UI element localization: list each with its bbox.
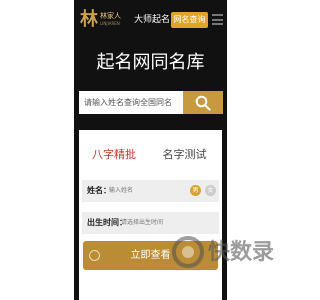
tab-bazi[interactable]: 八字精批 xyxy=(89,148,139,162)
search-button[interactable] xyxy=(183,91,223,114)
gender-male-button[interactable]: 男 xyxy=(190,185,201,196)
view-now-label: 立即查看 xyxy=(130,250,171,261)
hamburger-menu-icon[interactable] xyxy=(212,14,223,25)
gender-female-button[interactable]: 女 xyxy=(205,185,216,196)
page-title: 起名网同名库 xyxy=(96,52,205,73)
watermark-text: 快数录 xyxy=(208,240,275,265)
logo-name: 林家人 xyxy=(100,12,121,20)
name-field[interactable] xyxy=(109,185,179,197)
tab-name-test[interactable]: 名字测试 xyxy=(157,148,212,162)
birth-time-row: 出生时间： xyxy=(82,212,219,234)
watermark-logo-icon xyxy=(172,236,204,268)
logo[interactable]: 林 xyxy=(79,10,99,30)
name-row: 姓名： 男 女 xyxy=(82,180,219,202)
search-input[interactable] xyxy=(79,91,183,114)
arrow-icon xyxy=(89,250,100,261)
logo-subtitle: LINJIAREN xyxy=(100,21,120,26)
query-card: 八字精批 名字测试 姓名： 男 女 出生时间： 立即查看 xyxy=(79,130,222,300)
watermark: 快数录 xyxy=(172,232,282,272)
search-icon xyxy=(195,95,211,111)
name-label: 姓名： xyxy=(87,186,111,195)
header: 林 林家人 LINJIAREN 大师起名 网名查询 xyxy=(74,0,227,40)
nav-link-master-naming[interactable]: 大师起名 xyxy=(134,14,170,26)
birth-time-field[interactable] xyxy=(121,217,206,229)
nav-button-name-query[interactable]: 网名查询 xyxy=(171,12,208,28)
